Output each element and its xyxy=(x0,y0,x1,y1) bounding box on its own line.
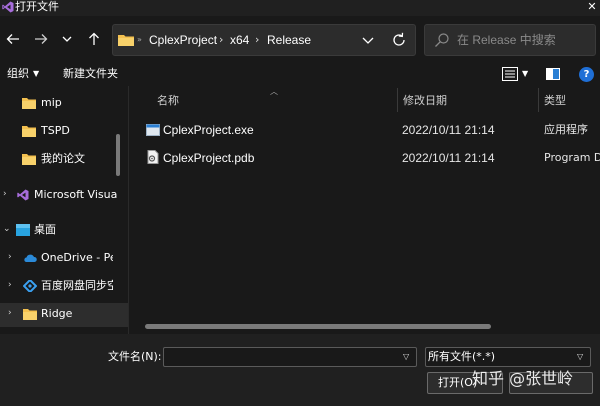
column-header-name[interactable]: 名称 xyxy=(157,94,179,108)
desktop-icon xyxy=(16,224,30,236)
chevron-right-icon[interactable]: › xyxy=(8,308,12,318)
filename-label: 文件名(N): xyxy=(108,350,162,363)
sidebar-item-label: 桌面 xyxy=(34,223,56,236)
sidebar-item-desktop[interactable]: ⌄ 桌面 xyxy=(0,219,128,243)
chevron-down-icon xyxy=(62,36,72,42)
file-type: Program Debug Database xyxy=(544,151,600,164)
column-separator[interactable] xyxy=(397,88,398,112)
breadcrumb-separator: › xyxy=(255,33,260,46)
pdb-file-icon xyxy=(147,150,159,164)
file-type: 应用程序 xyxy=(544,123,588,136)
sidebar-item-label: TSPD xyxy=(41,124,70,137)
close-button[interactable]: ✕ xyxy=(584,0,600,16)
file-type-filter-value: 所有文件(*.*) xyxy=(428,350,496,363)
breadcrumb-item[interactable]: Release xyxy=(267,32,311,48)
navigation-pane: mip TSPD 我的论文 › Microsoft Visua ⌄ 桌面 › O… xyxy=(0,86,128,334)
chevron-right-icon[interactable]: › xyxy=(8,252,12,262)
organize-button[interactable]: 组织 xyxy=(7,67,29,81)
search-input[interactable]: 在 Release 中搜索 xyxy=(457,32,556,48)
sidebar-item-microsoft-visual[interactable]: › Microsoft Visua xyxy=(0,184,128,208)
filename-input[interactable] xyxy=(163,347,417,367)
sidebar-item-onedrive[interactable]: › OneDrive - Pe xyxy=(0,247,128,271)
sidebar-item-baidu-netdisk[interactable]: › 百度网盘同步空 xyxy=(0,275,128,299)
title-bar xyxy=(0,0,600,16)
arrow-up-icon xyxy=(89,32,99,45)
file-modified: 2022/10/11 21:14 xyxy=(402,151,495,165)
back-button[interactable] xyxy=(2,28,24,50)
breadcrumb-item[interactable]: x64 xyxy=(230,32,249,48)
sidebar-item-label: 我的论文 xyxy=(41,152,85,165)
chevron-right-icon[interactable]: › xyxy=(3,189,7,199)
cloud-icon xyxy=(24,254,37,262)
chevron-down-icon[interactable]: ▽ xyxy=(403,352,409,361)
navigation-scrollbar[interactable] xyxy=(116,134,120,176)
column-separator[interactable] xyxy=(538,88,539,112)
breadcrumb-item[interactable]: CplexProject xyxy=(149,32,217,48)
sidebar-item-label: OneDrive - Pe xyxy=(41,251,113,264)
file-name[interactable]: CplexProject.pdb xyxy=(163,150,254,166)
column-header-modified[interactable]: 修改日期 xyxy=(403,94,447,108)
sidebar-item-label: Microsoft Visua xyxy=(34,188,118,201)
watermark: 知乎 @张世岭 xyxy=(472,369,574,388)
preview-pane-icon[interactable] xyxy=(546,68,560,80)
sidebar-item-tspd[interactable]: TSPD xyxy=(0,120,128,144)
recent-locations-button[interactable] xyxy=(56,28,78,50)
sidebar-item-label: mip xyxy=(41,96,62,109)
baidu-netdisk-icon xyxy=(23,280,37,292)
arrow-right-icon xyxy=(35,34,48,44)
new-folder-button[interactable]: 新建文件夹 xyxy=(63,67,118,81)
view-options-icon[interactable] xyxy=(502,67,518,81)
forward-button[interactable] xyxy=(30,28,52,50)
visual-studio-icon xyxy=(2,1,14,13)
folder-icon xyxy=(22,154,36,165)
folder-icon xyxy=(22,98,36,109)
folder-icon xyxy=(23,309,37,320)
search-icon xyxy=(435,33,449,47)
sidebar-item-mip[interactable]: mip xyxy=(0,92,128,116)
pane-divider[interactable] xyxy=(128,86,129,334)
chevron-down-icon[interactable]: ▽ xyxy=(577,352,583,361)
folder-icon xyxy=(22,126,36,137)
address-dropdown-button[interactable] xyxy=(360,32,376,48)
file-modified: 2022/10/11 21:14 xyxy=(402,123,495,137)
sort-ascending-icon: ︿ xyxy=(270,87,278,96)
arrow-left-icon xyxy=(6,34,19,44)
window-title: 打开文件 xyxy=(15,0,59,13)
chevron-right-icon[interactable]: › xyxy=(8,280,12,290)
sidebar-item-my-thesis[interactable]: 我的论文 xyxy=(0,148,128,172)
column-header-type[interactable]: 类型 xyxy=(544,94,566,108)
visual-studio-icon xyxy=(17,189,29,201)
file-name[interactable]: CplexProject.exe xyxy=(163,122,254,138)
chevron-right-icon: » xyxy=(137,35,142,44)
horizontal-scrollbar[interactable] xyxy=(145,324,491,329)
sidebar-item-label: 百度网盘同步空 xyxy=(41,279,113,292)
folder-icon xyxy=(118,35,134,46)
caret-down-icon: ▼ xyxy=(522,69,529,78)
caret-down-icon: ▼ xyxy=(33,69,40,78)
breadcrumb-separator: › xyxy=(219,33,224,46)
chevron-down-icon[interactable]: ⌄ xyxy=(3,224,11,234)
up-button[interactable] xyxy=(83,28,105,50)
refresh-icon[interactable] xyxy=(390,31,408,49)
exe-icon xyxy=(146,124,160,136)
sidebar-item-ridge[interactable]: › Ridge xyxy=(0,303,128,327)
help-icon[interactable]: ? xyxy=(579,67,594,82)
sidebar-item-label: Ridge xyxy=(41,307,73,320)
